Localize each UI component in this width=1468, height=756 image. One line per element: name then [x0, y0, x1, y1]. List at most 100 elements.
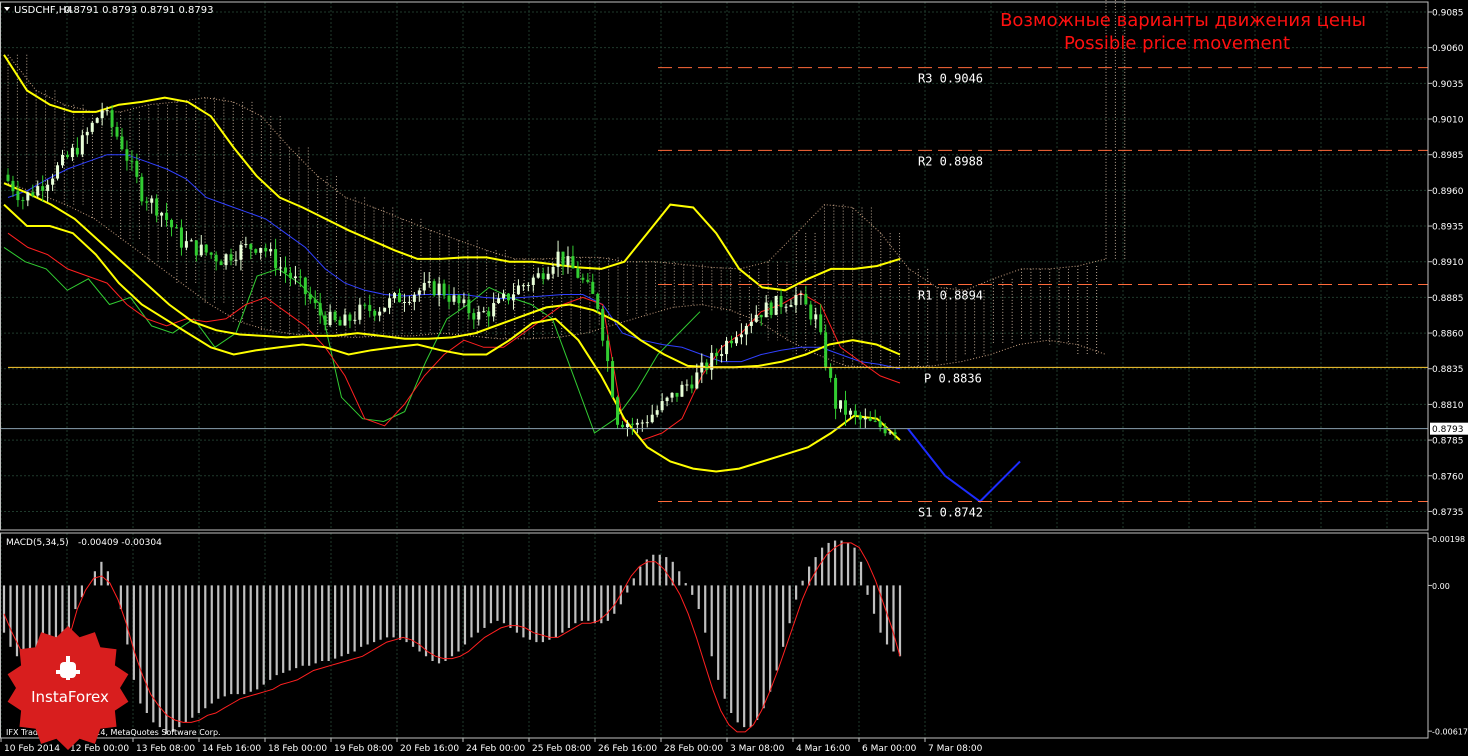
- candle-body: [244, 244, 248, 246]
- candle-body: [21, 200, 25, 202]
- chart-canvas: R3 0.9046 R2 0.8988 R1 0.8894 P 0.8836 S1 0.…: [0, 0, 1468, 754]
- candle-body: [115, 126, 119, 137]
- candle-body: [873, 420, 877, 422]
- candle-body: [199, 244, 203, 256]
- candle-body: [179, 227, 183, 248]
- candle-body: [165, 212, 169, 221]
- candle-body: [739, 334, 743, 338]
- candle-body: [452, 295, 456, 302]
- candle-body: [551, 266, 555, 274]
- candlesticks: [6, 102, 897, 440]
- candle-body: [581, 277, 585, 280]
- candle-body: [824, 332, 828, 368]
- candle-body: [492, 303, 496, 317]
- x-tick-label: 6 Mar 00:00: [862, 744, 917, 754]
- macd-panel-border: [0, 532, 1429, 739]
- candle-body: [26, 192, 30, 201]
- candle-body: [502, 293, 506, 299]
- candle-body: [100, 110, 104, 119]
- y-tick-label: 0.8835: [1432, 365, 1464, 375]
- x-tick-label: 20 Feb 16:00: [400, 744, 459, 754]
- candle-body: [715, 352, 719, 356]
- candle-body: [417, 290, 421, 295]
- candle-body: [477, 311, 481, 320]
- pivot-label-r1: R1 0.8894: [918, 289, 983, 303]
- pivot-label-p: P 0.8836: [924, 371, 982, 385]
- candle-body: [566, 256, 570, 266]
- candle-body: [789, 305, 793, 307]
- bollinger-middle: [3, 182, 901, 369]
- candle-body: [591, 281, 595, 294]
- candle-body: [526, 284, 530, 286]
- candle-body: [140, 176, 144, 202]
- candle-body: [145, 201, 149, 203]
- candle-body: [635, 422, 639, 425]
- candle-body: [804, 293, 808, 305]
- candle-body: [536, 273, 540, 278]
- x-tick-label: 25 Feb 08:00: [532, 744, 591, 754]
- candle-body: [670, 392, 674, 398]
- candle-body: [685, 384, 689, 386]
- candle-body: [397, 293, 401, 303]
- candle-body: [809, 304, 813, 320]
- candle-body: [170, 220, 174, 228]
- grid-lines: [0, 2, 1428, 738]
- candle-body: [378, 311, 382, 316]
- candle-body: [749, 321, 753, 326]
- macd-label: MACD(5,34,5): [6, 538, 69, 548]
- chevron-down-icon[interactable]: [4, 7, 10, 11]
- candle-body: [720, 354, 724, 356]
- candle-body: [601, 308, 605, 341]
- candle-body: [878, 420, 882, 428]
- candle-body: [531, 277, 535, 285]
- candle-body: [184, 241, 188, 248]
- candle-body: [472, 313, 476, 320]
- candle-body: [754, 314, 758, 322]
- candle-body: [358, 304, 362, 320]
- candle-body: [130, 160, 134, 162]
- candle-body: [839, 400, 843, 409]
- candle-body: [249, 244, 253, 250]
- bollinger-upper: [3, 54, 901, 292]
- candle-body: [36, 186, 40, 196]
- x-tick-label: 13 Feb 08:00: [136, 744, 195, 754]
- candle-body: [432, 281, 436, 296]
- candle-body: [174, 227, 178, 229]
- y-tick-label: 0.8885: [1432, 294, 1464, 304]
- candle-body: [51, 178, 55, 185]
- candle-body: [293, 276, 297, 279]
- x-tick-label: 19 Feb 08:00: [334, 744, 393, 754]
- candle-body: [695, 372, 699, 389]
- y-tick-label: 0.8785: [1432, 437, 1464, 447]
- candle-body: [56, 165, 60, 179]
- candle-body: [422, 282, 426, 291]
- candle-body: [868, 417, 872, 421]
- candle-body: [402, 301, 406, 303]
- candle-body: [616, 397, 620, 425]
- x-tick-label: 4 Mar 16:00: [796, 744, 851, 754]
- candle-body: [819, 314, 823, 333]
- candle-body: [259, 247, 263, 253]
- candle-body: [769, 302, 773, 315]
- y-tick-label: 0.8935: [1432, 223, 1464, 233]
- candle-body: [31, 192, 35, 196]
- candle-body: [611, 361, 615, 398]
- candle-body: [303, 277, 307, 295]
- candle-body: [843, 400, 847, 415]
- candle-body: [150, 198, 154, 203]
- candle-body: [234, 259, 238, 261]
- candle-body: [437, 283, 441, 296]
- candle-body: [640, 422, 644, 424]
- candle-body: [323, 315, 327, 326]
- candle-body: [46, 184, 50, 191]
- candle-body: [893, 432, 897, 435]
- cloud-span-b: [7, 182, 1107, 368]
- candle-body: [655, 410, 659, 415]
- candle-body: [105, 110, 109, 112]
- pivot-label-r3: R3 0.9046: [918, 72, 983, 86]
- candle-body: [690, 384, 694, 389]
- candle-body: [219, 261, 223, 266]
- candle-body: [665, 397, 669, 402]
- candle-body: [209, 252, 213, 255]
- candle-body: [571, 256, 575, 269]
